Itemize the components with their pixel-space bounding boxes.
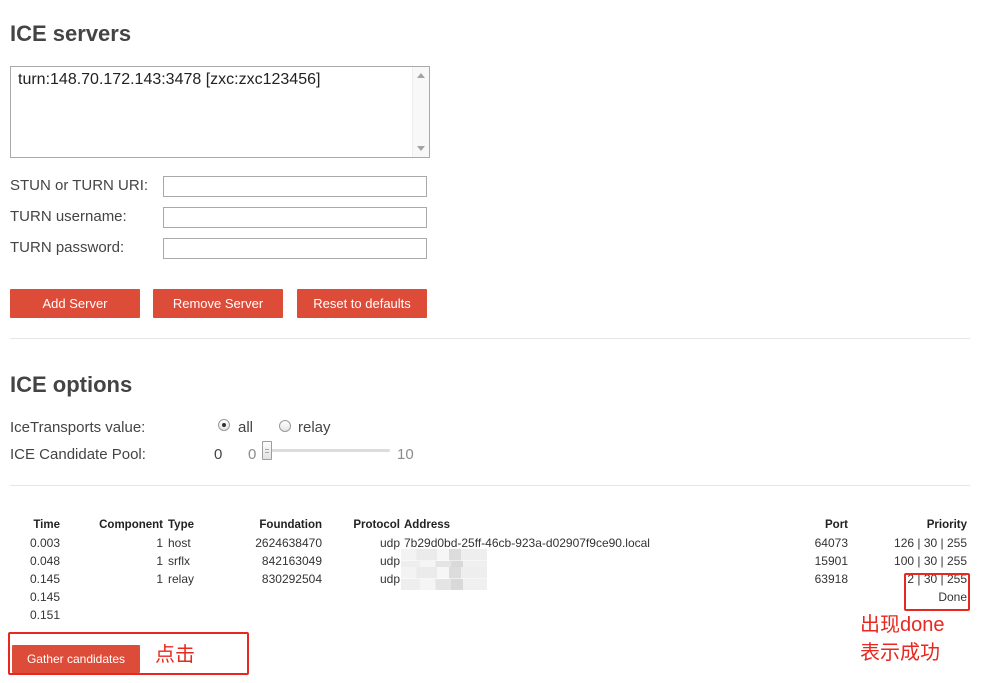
scroll-down-arrow-icon[interactable] [417,146,425,151]
cell-protocol [325,606,403,624]
password-label: TURN password: [10,239,125,256]
header-priority: Priority [926,519,967,531]
ice-servers-heading: ICE servers [10,21,132,46]
candidates-header-row: Time Component Type Foundation Protocol Addre… [10,516,970,534]
cell-priority: Done [938,590,967,604]
cell-protocol: udp [379,572,400,586]
candidate-row: 0.145 1 relay 830292504 udp 63918 2 | 30 | 255 [10,567,970,590]
server-list-scrollbar[interactable] [412,67,429,157]
cell-foundation [200,606,325,624]
username-label: TURN username: [10,208,127,225]
transports-label: IceTransports value: [10,419,146,436]
header-time: Time [33,519,60,531]
reset-defaults-button[interactable]: Reset to defaults [297,289,427,318]
candidates-table: Time Component Type Foundation Protocol Addre… [10,516,970,624]
cell-address [401,567,760,590]
header-foundation: Foundation [259,519,322,531]
cell-time: 0.048 [29,554,60,568]
transport-radio-relay[interactable] [279,420,291,432]
remove-server-button[interactable]: Remove Server [153,289,283,318]
header-address: Address [404,519,451,531]
header-port: Port [825,519,848,531]
cell-foundation [200,588,325,606]
cell-protocol [325,588,403,606]
cell-time: 0.151 [29,608,60,622]
cell-priority: 2 | 30 | 255 [907,572,967,586]
cell-address [403,588,760,606]
add-server-button[interactable]: Add Server [10,289,140,318]
cell-time: 0.003 [29,536,60,550]
cell-priority: 126 | 30 | 255 [894,536,967,550]
candidate-row: 0.145 Done [10,588,970,606]
cell-port [760,606,851,624]
candidate-row: 0.048 1 srflx 842163049 udp 15901 100 | 30 | 2… [10,549,970,572]
pool-slider-track[interactable] [266,449,390,452]
annotation-done-line-2: 表示成功 [860,642,940,664]
username-input[interactable] [163,207,427,228]
cell-type [166,588,200,606]
ice-options-heading: ICE options [10,372,133,397]
cell-type: relay [168,572,195,586]
cell-priority: 100 | 30 | 255 [894,554,967,568]
ice-server-list[interactable]: turn:148.70.172.143:3478 [zxc:zxc123456] [10,66,430,158]
pool-slider-thumb[interactable] [262,441,272,460]
cell-port: 63918 [814,572,848,586]
trickle-ice-page: ICE servers turn:148.70.172.143:3478 [zx… [0,0,987,683]
section-divider [10,485,970,486]
cell-protocol: udp [379,536,400,550]
pool-slider-min: 0 [248,446,257,463]
cell-port [760,588,851,606]
cell-foundation: 842163049 [261,554,322,568]
transport-all-label[interactable]: all [238,418,253,438]
cell-port: 64073 [814,536,848,550]
annotation-click-note: 点击 [155,644,195,666]
password-input[interactable] [163,238,427,259]
transport-relay-label[interactable]: relay [298,418,331,438]
cell-foundation: 830292504 [261,572,322,586]
cell-component [63,606,166,624]
uri-input[interactable] [163,176,427,197]
cell-component [63,588,166,606]
gather-candidates-button[interactable]: Gather candidates [12,645,140,673]
pool-label: ICE Candidate Pool: [10,446,146,463]
cell-component: 1 [156,554,163,568]
cell-time: 0.145 [29,572,60,586]
cell-component: 1 [156,536,163,550]
server-list-item[interactable]: turn:148.70.172.143:3478 [zxc:zxc123456] [18,70,320,89]
cell-component: 1 [156,572,163,586]
cell-time: 0.145 [29,590,60,604]
cell-port: 15901 [814,554,848,568]
scroll-up-arrow-icon[interactable] [417,73,425,78]
cell-foundation: 2624638470 [255,536,322,550]
cell-type [166,606,200,624]
cell-address [403,606,760,624]
cell-type: srflx [168,554,190,568]
pool-slider-max: 10 [397,446,414,463]
candidate-row: 0.151 [10,606,970,624]
header-protocol: Protocol [353,519,400,531]
pool-value: 0 [214,446,223,463]
cell-type: host [168,536,191,550]
obscured-address-mosaic [401,567,487,590]
cell-protocol: udp [379,554,400,568]
candidate-row: 0.003 1 host 2624638470 udp 7b29d0bd-25ff-46c… [10,534,970,552]
uri-label: STUN or TURN URI: [10,177,149,194]
annotation-done-line-1: 出现done [860,614,945,636]
section-divider [10,338,970,339]
header-component: Component [99,519,163,531]
pool-slider[interactable] [262,441,390,460]
header-type: Type [168,519,194,531]
transport-radio-all[interactable] [218,419,230,431]
